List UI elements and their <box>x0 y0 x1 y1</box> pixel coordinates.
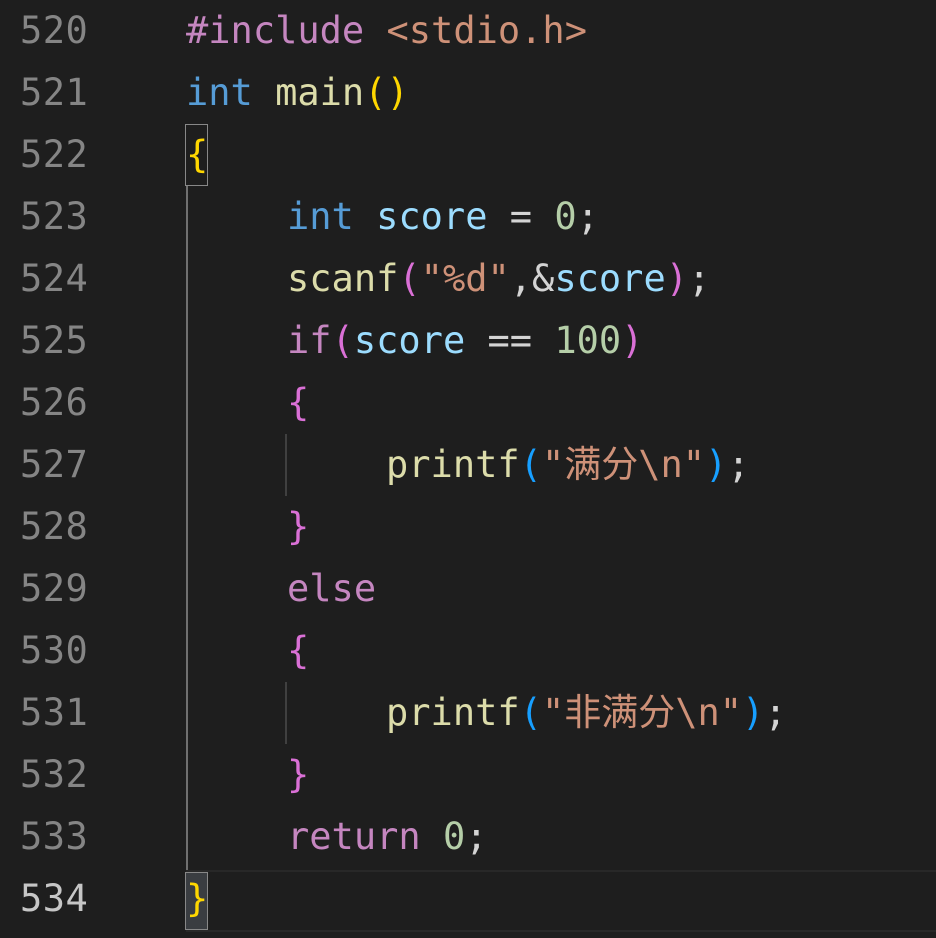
line-content[interactable]: } <box>287 502 309 552</box>
keyword: return <box>287 815 421 858</box>
line-number: 521 <box>20 71 89 114</box>
line-content[interactable]: printf("满分\n"); <box>386 440 750 490</box>
open-paren: ( <box>398 257 421 300</box>
line-content[interactable]: { <box>186 130 208 180</box>
line-number: 530 <box>20 629 89 672</box>
line-content[interactable]: return 0; <box>287 812 488 862</box>
variable: score <box>554 257 666 300</box>
code-editor[interactable]: 520 #include <stdio.h> 521 int main() 52… <box>0 0 936 938</box>
open-paren: ( <box>331 319 354 362</box>
line-number: 531 <box>20 691 89 734</box>
function-call: scanf <box>287 257 399 300</box>
line-content[interactable]: int main() <box>186 68 409 118</box>
code-line[interactable]: 526 { <box>0 372 936 434</box>
close-brace: } <box>287 753 310 796</box>
line-content[interactable]: } <box>186 874 208 924</box>
code-line[interactable]: 532 } <box>0 744 936 806</box>
line-number: 522 <box>20 133 89 176</box>
line-number: 533 <box>20 815 89 858</box>
close-paren: ) <box>705 443 728 486</box>
parentheses: () <box>364 71 409 114</box>
code-line[interactable]: 523 int score = 0; <box>0 186 936 248</box>
close-paren: ) <box>665 257 689 300</box>
header-name: <stdio.h> <box>386 9 587 52</box>
semicolon: ; <box>764 691 787 734</box>
preprocessor-directive: #include <box>186 9 365 52</box>
operator: == <box>465 319 555 362</box>
code-line[interactable]: 527 printf("满分\n"); <box>0 434 936 496</box>
type-keyword: int <box>186 71 253 114</box>
string-literal: "满分\n" <box>541 443 706 486</box>
number-literal: 100 <box>554 319 622 362</box>
line-content[interactable]: { <box>287 378 309 428</box>
open-paren: ( <box>519 443 542 486</box>
open-paren: ( <box>519 691 542 734</box>
line-content[interactable]: } <box>287 750 309 800</box>
line-number: 532 <box>20 753 89 796</box>
line-content[interactable]: else <box>287 564 376 614</box>
semicolon: ; <box>465 815 488 858</box>
line-number: 527 <box>20 443 89 486</box>
semicolon: ; <box>688 257 711 300</box>
code-line[interactable]: 529 else <box>0 558 936 620</box>
code-line[interactable]: 528 } <box>0 496 936 558</box>
line-content[interactable]: scanf("%d",&score); <box>287 254 710 304</box>
code-line[interactable]: 524 scanf("%d",&score); <box>0 248 936 310</box>
line-content[interactable]: if(score == 100) <box>287 316 643 366</box>
operator: = <box>487 195 555 238</box>
line-number: 526 <box>20 381 89 424</box>
line-number: 520 <box>20 9 89 52</box>
function-call: printf <box>386 443 520 486</box>
open-brace: { <box>287 381 310 424</box>
code-line[interactable]: 533 return 0; <box>0 806 936 868</box>
code-line[interactable]: 520 #include <stdio.h> <box>0 0 936 62</box>
type-keyword: int <box>287 195 354 238</box>
line-number: 525 <box>20 319 89 362</box>
function-name: main <box>275 71 365 114</box>
string-literal: "非满分\n" <box>541 691 743 734</box>
line-content[interactable]: #include <stdio.h> <box>186 6 587 56</box>
line-number: 529 <box>20 567 89 610</box>
line-content[interactable]: int score = 0; <box>287 192 599 242</box>
open-brace: { <box>287 629 310 672</box>
keyword: if <box>287 319 332 362</box>
close-brace: } <box>287 505 310 548</box>
close-brace: } <box>186 877 209 920</box>
string-literal: "%d" <box>420 257 510 300</box>
line-number: 534 <box>20 877 89 920</box>
code-line-active[interactable]: 534 } <box>0 868 936 930</box>
close-paren: ) <box>742 691 765 734</box>
semicolon: ; <box>576 195 599 238</box>
code-line[interactable]: 525 if(score == 100) <box>0 310 936 372</box>
semicolon: ; <box>727 443 750 486</box>
code-line[interactable]: 531 printf("非满分\n"); <box>0 682 936 744</box>
function-call: printf <box>386 691 520 734</box>
variable: score <box>353 319 466 362</box>
open-brace: { <box>186 133 209 176</box>
number-literal: 0 <box>442 815 466 858</box>
line-number: 523 <box>20 195 89 238</box>
code-line[interactable]: 522 { <box>0 124 936 186</box>
line-content[interactable]: printf("非满分\n"); <box>386 688 787 738</box>
line-content[interactable]: { <box>287 626 309 676</box>
line-number: 524 <box>20 257 89 300</box>
code-line[interactable]: 521 int main() <box>0 62 936 124</box>
variable: score <box>376 195 488 238</box>
line-number: 528 <box>20 505 89 548</box>
code-line[interactable]: 530 { <box>0 620 936 682</box>
comma-ampersand: ,& <box>509 257 555 300</box>
close-paren: ) <box>621 319 644 362</box>
keyword: else <box>287 567 377 610</box>
number-literal: 0 <box>554 195 577 238</box>
